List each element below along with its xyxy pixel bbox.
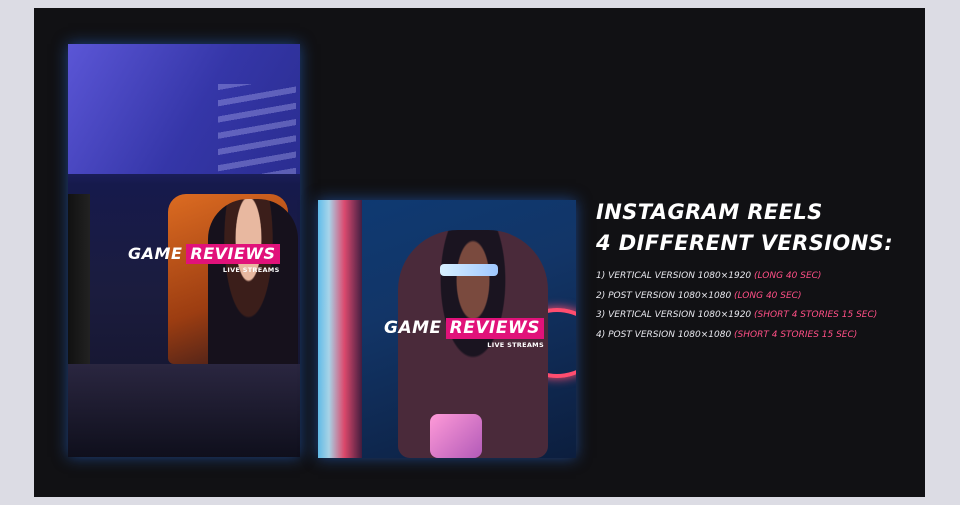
version-text: 1) VERTICAL VERSION 1080×1920 bbox=[596, 271, 755, 281]
version-note: (SHORT 4 STORIES 15 SEC) bbox=[754, 310, 878, 320]
square-title-overlay: GAME REVIEWS LIVE STREAMS bbox=[384, 318, 544, 349]
version-text: 2) POST VERSION 1080×1080 bbox=[596, 290, 735, 301]
info-heading: INSTAGRAM REELS 4 DIFFERENT VERSIONS: bbox=[596, 197, 893, 259]
title-white: GAME bbox=[384, 318, 442, 338]
heading-line-2: 4 DIFFERENT VERSIONS: bbox=[596, 231, 893, 255]
vertical-video-preview[interactable]: GAME REVIEWS LIVE STREAMS bbox=[68, 44, 300, 457]
heading-line-1: INSTAGRAM REELS bbox=[596, 200, 823, 224]
background-stairs bbox=[218, 84, 296, 174]
title-subtitle: LIVE STREAMS bbox=[487, 341, 544, 349]
title-subtitle: LIVE STREAMS bbox=[222, 266, 280, 274]
list-item: 2) POST VERSION 1080×1080 (LONG 40 SEC) bbox=[596, 287, 877, 307]
neon-light bbox=[318, 200, 362, 458]
title-pink: REVIEWS bbox=[445, 318, 544, 339]
list-item: 3) VERTICAL VERSION 1080×1920 (SHORT 4 S… bbox=[596, 306, 877, 326]
title-pink: REVIEWS bbox=[186, 244, 280, 264]
version-note: (SHORT 4 STORIES 15 SEC) bbox=[734, 329, 858, 340]
version-text: 3) VERTICAL VERSION 1080×1920 bbox=[596, 310, 755, 320]
version-note: (LONG 40 SEC) bbox=[734, 290, 802, 301]
list-item: 4) POST VERSION 1080×1080 (SHORT 4 STORI… bbox=[596, 326, 877, 346]
version-text: 4) POST VERSION 1080×1080 bbox=[596, 329, 735, 340]
vertical-title-overlay: GAME REVIEWS LIVE STREAMS bbox=[128, 244, 280, 274]
list-item: 1) VERTICAL VERSION 1080×1920 (LONG 40 S… bbox=[596, 267, 877, 287]
square-video-preview[interactable]: GAME REVIEWS LIVE STREAMS bbox=[318, 200, 576, 458]
version-list: 1) VERTICAL VERSION 1080×1920 (LONG 40 S… bbox=[596, 267, 877, 345]
preview-stage: GAME REVIEWS LIVE STREAMS GAME REVIEWS L… bbox=[34, 8, 925, 497]
desk bbox=[68, 364, 300, 457]
chest-bag bbox=[430, 414, 482, 458]
vr-visor bbox=[440, 264, 498, 276]
version-note: (LONG 40 SEC) bbox=[754, 271, 822, 281]
title-white: GAME bbox=[128, 244, 183, 263]
